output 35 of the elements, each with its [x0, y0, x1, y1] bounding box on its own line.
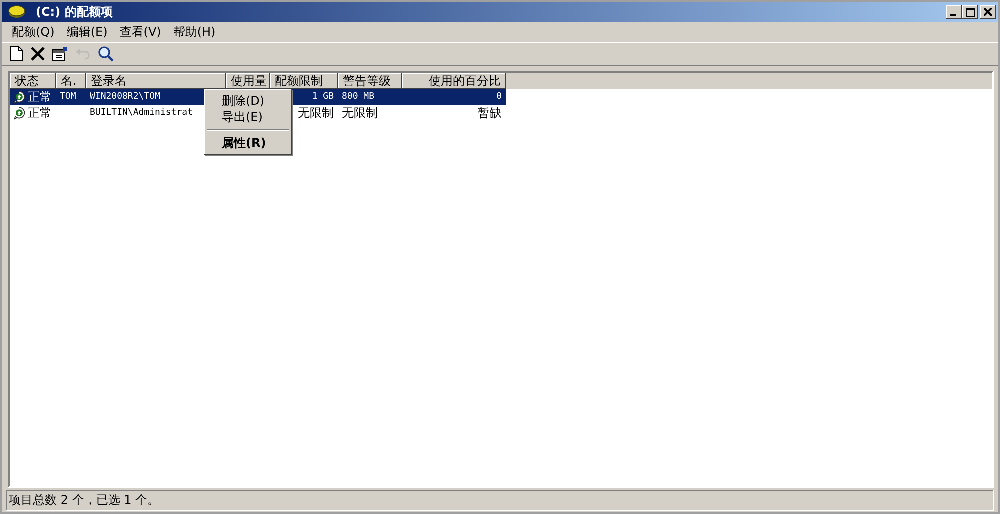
window-title: (C:) 的配额项 — [36, 4, 113, 20]
column-header[interactable]: 配额限制 — [270, 73, 338, 89]
cell-text: BUILTIN\Administrat — [90, 108, 193, 118]
menu-item[interactable]: 导出(E) — [205, 109, 291, 125]
column-header[interactable]: 登录名 — [86, 73, 226, 89]
minimize-button[interactable] — [946, 5, 962, 19]
column-header[interactable]: 警告等级 — [338, 73, 402, 89]
new-document-icon[interactable] — [8, 44, 26, 64]
column-header[interactable]: 使用的百分比 — [402, 73, 506, 89]
cell-text: 无限制 — [342, 104, 378, 122]
cell-text: 暂缺 — [478, 104, 502, 122]
search-icon[interactable] — [96, 44, 116, 64]
cell-text: 无限制 — [298, 104, 334, 122]
disk-icon — [8, 5, 26, 19]
cell-text: 0 — [496, 92, 502, 102]
maximize-icon — [966, 8, 974, 16]
close-icon — [984, 8, 992, 16]
cell-text: 800 MB — [342, 92, 375, 102]
column-header[interactable]: 状态 — [10, 73, 56, 89]
close-button[interactable] — [980, 5, 996, 19]
menu-item[interactable]: 查看(V) — [114, 24, 168, 40]
status-text: 项目总数 2 个，已选 1 个。 — [9, 492, 160, 509]
menu-item[interactable]: 配额(Q) — [6, 24, 61, 40]
cell-text: 正常 — [28, 88, 52, 106]
menu-item[interactable]: 帮助(H) — [167, 24, 222, 40]
maximize-button[interactable] — [962, 5, 978, 19]
column-header[interactable]: 使用量 — [226, 73, 270, 89]
properties-icon[interactable] — [50, 44, 70, 64]
cell-text: 正常 — [28, 104, 52, 122]
cell-text: TOM — [60, 92, 76, 102]
cell-text: 1 GB — [312, 92, 334, 102]
menu-item[interactable]: 编辑(E) — [60, 24, 114, 40]
menu-item[interactable]: 属性(R) — [205, 135, 291, 151]
column-header[interactable]: 名. — [56, 73, 86, 89]
cell-text: WIN2008R2\TOM — [90, 92, 160, 102]
